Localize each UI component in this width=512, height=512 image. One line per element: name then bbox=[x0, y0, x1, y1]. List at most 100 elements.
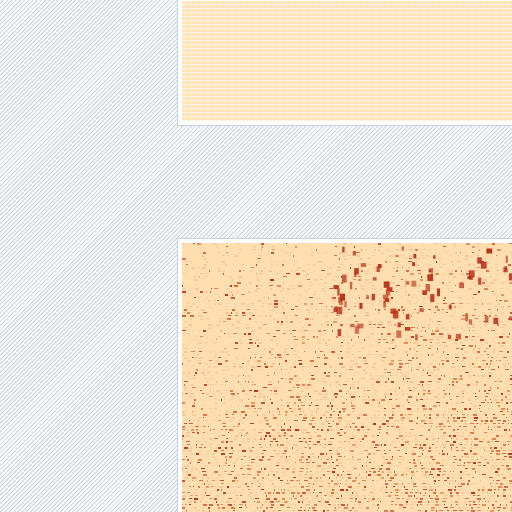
density-cell bbox=[410, 381, 414, 383]
density-cell bbox=[385, 390, 386, 392]
density-cell bbox=[387, 438, 388, 439]
density-cell bbox=[422, 483, 426, 484]
density-cell bbox=[185, 504, 187, 505]
density-cell bbox=[434, 411, 435, 413]
density-cell bbox=[306, 486, 310, 487]
density-cell bbox=[321, 498, 324, 500]
density-cell bbox=[454, 459, 457, 460]
density-cell bbox=[312, 417, 315, 419]
density-marker bbox=[430, 294, 435, 302]
density-cell bbox=[429, 318, 432, 320]
density-cell bbox=[416, 396, 417, 398]
density-cell bbox=[336, 270, 340, 271]
density-cell bbox=[255, 291, 257, 292]
density-cell bbox=[262, 246, 263, 248]
density-cell bbox=[416, 324, 418, 325]
density-cell bbox=[497, 495, 499, 497]
density-cell bbox=[489, 405, 490, 406]
density-cell bbox=[206, 381, 208, 382]
density-cell bbox=[372, 498, 375, 500]
density-cell bbox=[485, 366, 487, 368]
top-map-panel[interactable] bbox=[177, 0, 512, 126]
density-cell bbox=[377, 498, 381, 500]
density-cell bbox=[482, 303, 483, 305]
density-cell bbox=[210, 375, 213, 376]
density-cell bbox=[260, 270, 263, 272]
density-cell bbox=[406, 270, 409, 272]
density-cell bbox=[206, 495, 210, 496]
density-cell bbox=[396, 249, 399, 251]
density-cell bbox=[474, 420, 477, 421]
density-cell bbox=[503, 324, 507, 326]
density-cell bbox=[503, 477, 506, 479]
top-tile-layer[interactable] bbox=[182, 1, 512, 121]
density-cell bbox=[333, 468, 336, 469]
density-cell bbox=[458, 507, 461, 509]
density-cell bbox=[295, 417, 296, 418]
density-cell bbox=[201, 372, 205, 374]
density-cell bbox=[336, 429, 338, 431]
density-cell bbox=[390, 375, 391, 376]
density-cell bbox=[422, 327, 425, 328]
density-cell bbox=[429, 414, 431, 416]
density-cell bbox=[182, 498, 185, 500]
density-cell bbox=[427, 459, 428, 460]
density-cell bbox=[493, 363, 494, 365]
density-cell bbox=[276, 327, 278, 328]
density-cell bbox=[241, 429, 245, 431]
density-cell bbox=[329, 366, 332, 368]
density-cell bbox=[318, 456, 319, 458]
density-cell bbox=[384, 372, 385, 373]
density-cell bbox=[288, 399, 290, 400]
density-cell bbox=[356, 252, 360, 253]
density-cell bbox=[238, 423, 240, 425]
density-cell bbox=[203, 330, 206, 332]
density-cell bbox=[392, 456, 393, 458]
density-cell bbox=[501, 447, 502, 449]
density-cell bbox=[426, 318, 427, 319]
density-cell bbox=[206, 261, 208, 263]
density-cell bbox=[310, 330, 314, 331]
density-cell bbox=[292, 453, 295, 454]
density-cell bbox=[310, 366, 312, 367]
density-cell bbox=[253, 429, 256, 431]
density-cell bbox=[444, 480, 447, 481]
density-cell bbox=[277, 444, 278, 446]
density-cell bbox=[325, 501, 329, 503]
density-cell bbox=[396, 393, 399, 394]
density-cell bbox=[267, 375, 269, 376]
density-cell bbox=[472, 477, 474, 478]
density-cell bbox=[439, 282, 440, 283]
density-cell bbox=[361, 288, 365, 290]
density-cell bbox=[270, 354, 273, 355]
density-cell bbox=[493, 348, 496, 350]
density-cell bbox=[503, 357, 507, 358]
density-cell bbox=[373, 453, 375, 454]
density-cell bbox=[421, 507, 423, 508]
density-cell bbox=[256, 465, 260, 466]
density-cell bbox=[257, 480, 259, 482]
density-cell bbox=[284, 315, 287, 316]
density-cell bbox=[388, 402, 390, 403]
density-cell bbox=[315, 399, 318, 401]
density-marker bbox=[415, 334, 418, 341]
density-cell bbox=[286, 483, 289, 484]
density-cell bbox=[420, 399, 423, 400]
density-cell bbox=[495, 471, 498, 473]
density-cell bbox=[443, 330, 446, 331]
bottom-tile-layer[interactable] bbox=[182, 243, 512, 512]
density-cell bbox=[273, 492, 274, 494]
density-cell bbox=[209, 306, 211, 308]
density-cell bbox=[423, 345, 424, 346]
density-cell bbox=[423, 408, 427, 410]
density-cell bbox=[184, 327, 187, 328]
density-cell bbox=[407, 300, 411, 302]
bottom-map-panel[interactable] bbox=[177, 238, 512, 512]
density-cell bbox=[190, 462, 191, 464]
density-cell bbox=[317, 342, 321, 344]
density-cell bbox=[408, 360, 412, 361]
density-cell bbox=[457, 375, 458, 376]
density-cell bbox=[203, 387, 204, 389]
density-cell bbox=[415, 249, 418, 251]
density-cell bbox=[304, 480, 308, 481]
